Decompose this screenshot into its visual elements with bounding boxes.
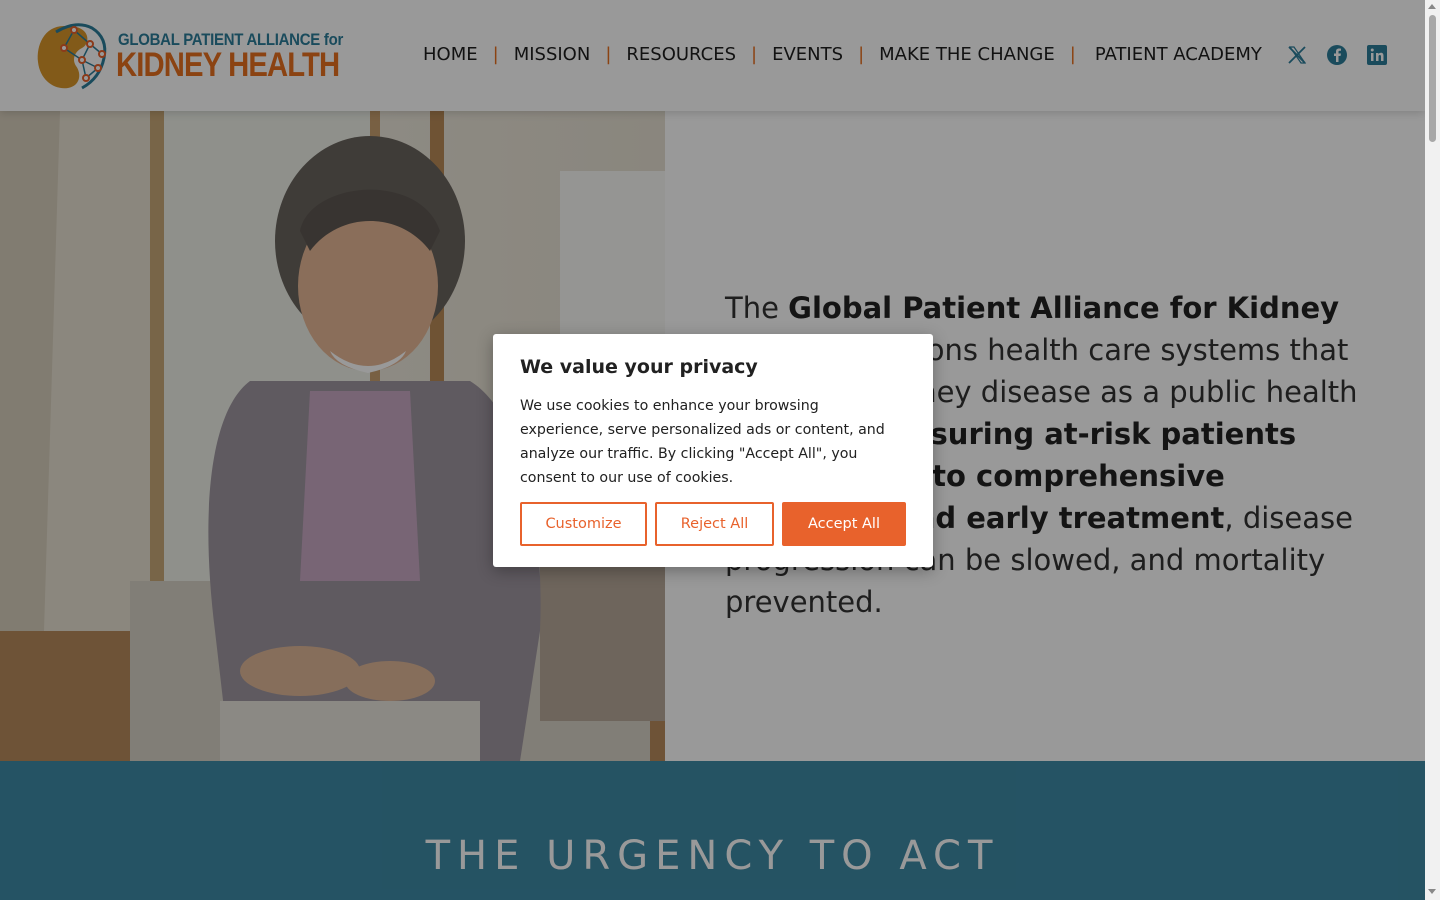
cookie-dialog-title: We value your privacy — [520, 356, 758, 378]
cookie-consent-dialog: We value your privacy We use cookies to … — [493, 334, 933, 567]
scrollbar-thumb[interactable] — [1429, 15, 1436, 142]
page: GLOBAL PATIENT ALLIANCE for KIDNEY HEALT… — [0, 0, 1425, 900]
reject-all-button[interactable]: Reject All — [655, 502, 774, 546]
scroll-down-arrow-icon[interactable] — [1428, 889, 1436, 894]
accept-all-button[interactable]: Accept All — [782, 502, 906, 546]
customize-button[interactable]: Customize — [520, 502, 647, 546]
page-scrollbar[interactable] — [1425, 0, 1440, 900]
cookie-dialog-body: We use cookies to enhance your browsing … — [520, 398, 885, 486]
cookie-dialog-buttons: Customize Reject All Accept All — [520, 502, 906, 546]
scroll-up-arrow-icon[interactable] — [1428, 4, 1436, 9]
